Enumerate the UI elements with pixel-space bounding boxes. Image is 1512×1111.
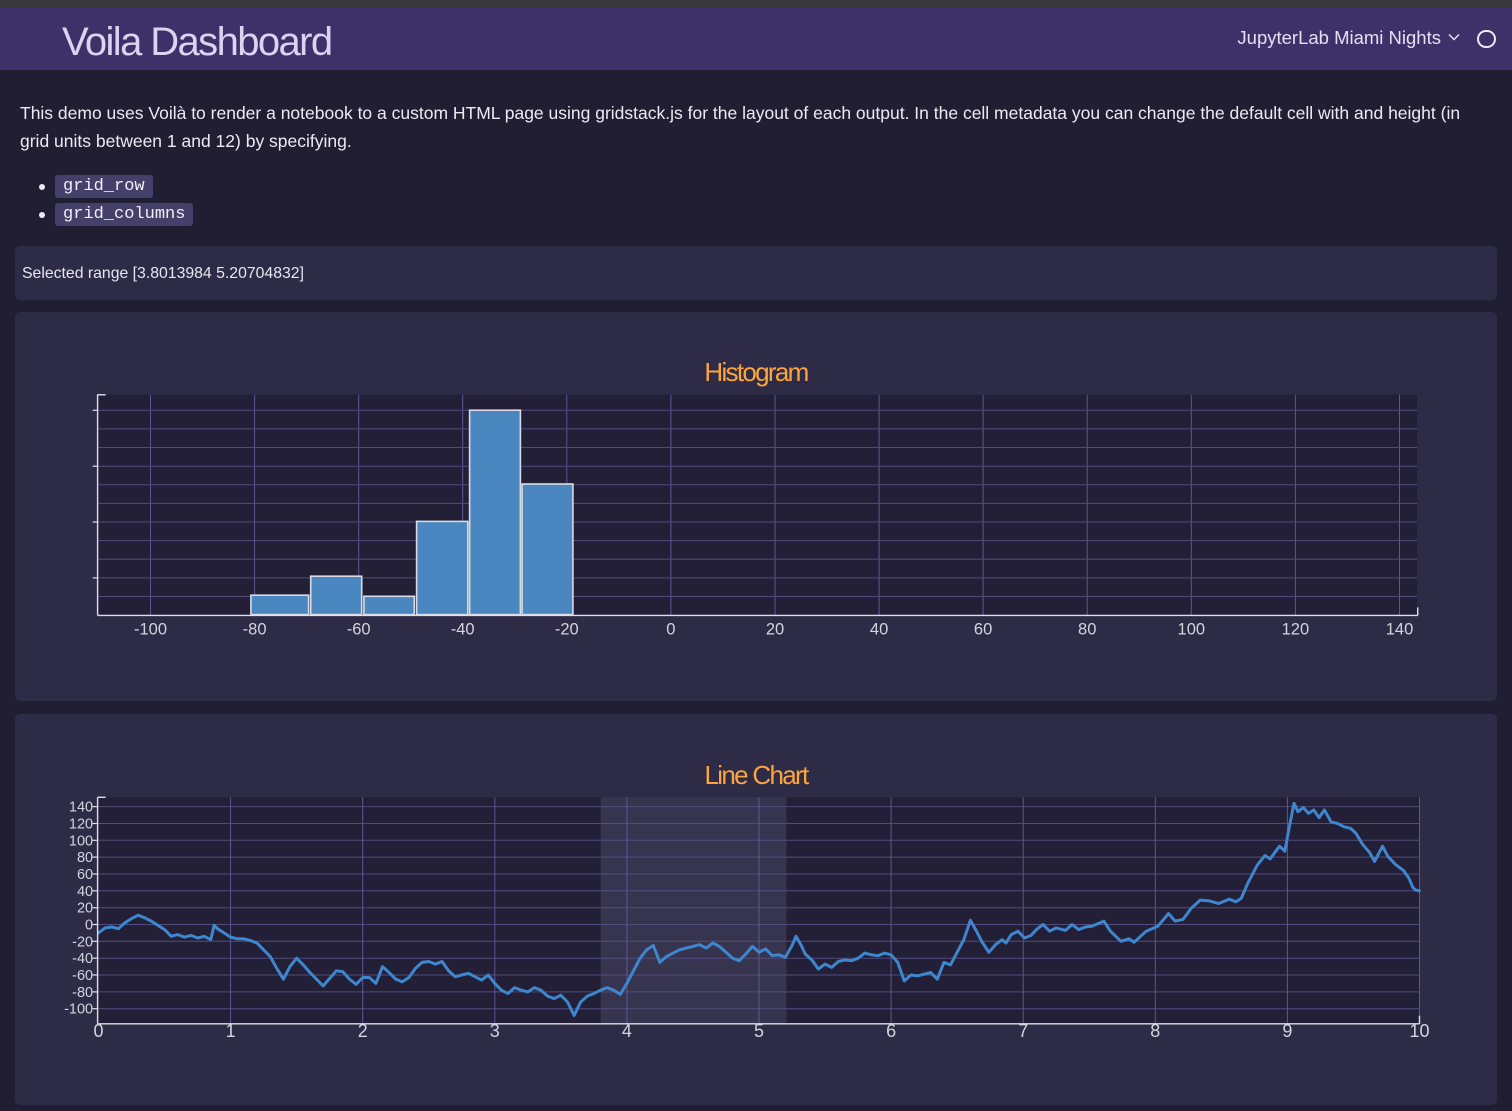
svg-text:60: 60 [974, 621, 992, 639]
svg-text:0: 0 [85, 918, 93, 934]
svg-text:-20: -20 [72, 934, 93, 950]
svg-text:20: 20 [766, 621, 784, 639]
svg-text:4: 4 [622, 1021, 632, 1041]
svg-text:10: 10 [1409, 1021, 1429, 1041]
svg-text:120: 120 [1282, 621, 1310, 639]
svg-text:120: 120 [69, 817, 93, 833]
svg-text:2: 2 [358, 1021, 368, 1041]
svg-text:-40: -40 [72, 951, 93, 967]
svg-text:80: 80 [1078, 621, 1096, 639]
svg-text:0: 0 [93, 1021, 103, 1041]
svg-text:9: 9 [1282, 1021, 1292, 1041]
svg-text:1: 1 [226, 1021, 236, 1041]
svg-text:-40: -40 [451, 621, 475, 639]
svg-text:-100: -100 [134, 621, 167, 639]
svg-text:60: 60 [77, 867, 93, 883]
svg-text:-80: -80 [243, 621, 267, 639]
svg-text:5: 5 [754, 1021, 764, 1041]
svg-text:6: 6 [886, 1021, 896, 1041]
svg-text:140: 140 [1386, 621, 1414, 639]
svg-text:8: 8 [1150, 1021, 1160, 1041]
svg-text:100: 100 [1178, 621, 1206, 639]
svg-text:0: 0 [666, 621, 675, 639]
svg-text:-60: -60 [72, 968, 93, 984]
svg-text:3: 3 [490, 1021, 500, 1041]
svg-text:20: 20 [77, 901, 93, 917]
svg-text:140: 140 [69, 800, 93, 816]
svg-text:-80: -80 [72, 985, 93, 1001]
svg-text:-20: -20 [555, 621, 579, 639]
svg-text:-60: -60 [347, 621, 371, 639]
svg-text:80: 80 [77, 850, 93, 866]
svg-text:100: 100 [69, 833, 93, 849]
svg-text:40: 40 [77, 884, 93, 900]
svg-text:7: 7 [1018, 1021, 1028, 1041]
svg-text:40: 40 [870, 621, 888, 639]
svg-text:-100: -100 [64, 1002, 93, 1018]
